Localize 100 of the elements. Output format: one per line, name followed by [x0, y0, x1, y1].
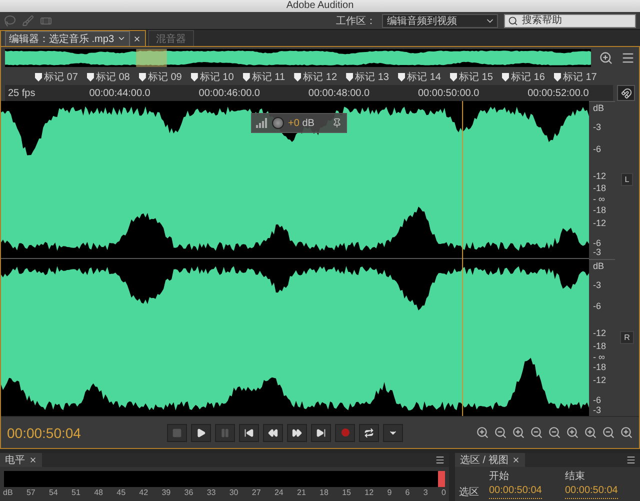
rewind-button[interactable] — [263, 424, 283, 442]
marker-label[interactable]: 标记 07 — [35, 70, 78, 84]
column-header: 开始 — [489, 470, 510, 483]
waveform-drawing[interactable] — [1, 101, 589, 416]
marker-label[interactable]: 标记 11 — [242, 70, 286, 84]
marker-label[interactable]: 标记 09 — [138, 70, 182, 84]
end-time-field[interactable]: 00:00:50:04 — [565, 485, 618, 499]
meter-scale-label: 21 — [297, 488, 306, 497]
marker-label[interactable]: 标记 12 — [294, 70, 338, 84]
meter-scale-label: 30 — [229, 488, 238, 497]
zoom-icon[interactable] — [530, 426, 543, 439]
marker-label[interactable]: 标记 17 — [554, 70, 597, 84]
record-icon — [340, 428, 350, 437]
forward-button[interactable] — [287, 424, 307, 442]
db-scale-label: -12 — [593, 328, 606, 338]
meter-scale-label: 48 — [94, 488, 103, 497]
window-title: Adobe Audition — [286, 1, 354, 11]
panel-menu-icon[interactable] — [626, 455, 636, 465]
channel-button[interactable]: L — [620, 173, 634, 186]
search-field[interactable]: 搜索帮助 — [504, 14, 636, 28]
db-scale-label: -18 — [593, 362, 606, 372]
pin-icon[interactable] — [332, 118, 342, 128]
time-display: 00:00:50:04 — [7, 424, 82, 440]
meter-scale-label: 15 — [342, 488, 351, 497]
close-icon[interactable] — [133, 34, 142, 42]
meter-scale-label: 57 — [26, 488, 36, 497]
signal-icon — [256, 118, 268, 128]
stop-icon — [172, 428, 182, 438]
close-icon[interactable] — [512, 456, 520, 464]
db-scale-label: -18 — [593, 204, 606, 215]
time-label: 00:00:52:00.0 — [528, 88, 589, 98]
meter-scale-label: 6 — [405, 488, 410, 497]
db-scale-label: -3 — [593, 404, 602, 415]
time-ruler[interactable]: 25 fps 00:00:44:00.0 00:00:46:00.0 00:00:48:00.0 00:00:50:00.0 00:00:52:00.0 — [5, 85, 613, 101]
end-button[interactable] — [311, 424, 331, 442]
time-label: 00:00:48:00.0 — [308, 88, 370, 98]
panel-menu-icon[interactable] — [435, 455, 445, 465]
marker-label[interactable]: 标记 15 — [450, 70, 493, 84]
overview-waveform-drawing[interactable] — [5, 49, 591, 67]
zoom-icon[interactable] — [599, 51, 613, 65]
marker-label[interactable]: 标记 08 — [86, 70, 130, 84]
caret-icon[interactable] — [117, 34, 126, 43]
meter-scale-label: 39 — [162, 488, 171, 497]
gain-value: +0 dB — [288, 118, 316, 128]
db-scale-label: - ∞ — [593, 194, 605, 204]
meter-scale-label: 27 — [252, 488, 261, 497]
zoom-icon[interactable] — [548, 426, 561, 439]
zoom-icon[interactable] — [584, 426, 597, 439]
start-icon — [244, 428, 254, 438]
zoom-icon[interactable] — [602, 426, 615, 439]
meter-scale-label: 45 — [116, 488, 126, 497]
meter-scale-label: 18 — [320, 488, 328, 497]
db-scale-label: -6 — [593, 238, 602, 248]
play-button[interactable] — [191, 424, 211, 442]
db-scale-label: -12 — [593, 375, 606, 385]
db-scale-label: -6 — [593, 301, 602, 312]
row-label: 选区 — [459, 486, 480, 499]
db-scale-label: -18 — [593, 183, 606, 194]
level-meter-tab[interactable]: 电平 — [0, 453, 42, 467]
meter-scale-label: dB — [3, 488, 13, 497]
marker-label[interactable]: 标记 10 — [190, 70, 234, 84]
zoom-icon[interactable] — [566, 426, 579, 439]
marker-label[interactable]: 标记 14 — [398, 70, 441, 84]
play-icon — [196, 428, 206, 438]
meter-scale-label: 12 — [364, 488, 374, 497]
db-scale-label: - ∞ — [593, 352, 605, 362]
skip-button[interactable] — [383, 424, 403, 442]
db-scale-label: -12 — [593, 170, 606, 181]
workspace-label: 工作区： — [336, 14, 376, 28]
zoom-icon[interactable] — [512, 426, 525, 439]
marker-label[interactable]: 标记 13 — [346, 70, 389, 84]
db-scale-label: -3 — [593, 247, 602, 258]
time-label: 00:00:50:00.0 — [418, 88, 480, 98]
selection-view-tab[interactable]: 选区 / 视图 — [455, 453, 526, 467]
gain-control[interactable]: +0 dB — [251, 113, 347, 133]
loop-button[interactable] — [359, 424, 379, 442]
meter-scale-label: 33 — [206, 488, 216, 497]
time-label: 00:00:46:00.0 — [198, 88, 260, 98]
start-button[interactable] — [239, 424, 259, 442]
meter-scale-label: 54 — [48, 488, 58, 497]
forward-icon — [292, 428, 302, 438]
editor-tab[interactable]: 编辑器：选定音乐 .mp3 — [0, 30, 146, 46]
db-scale-label: -12 — [593, 218, 606, 228]
pause-icon — [220, 428, 230, 438]
zoom-icon[interactable] — [620, 426, 633, 439]
marker-label[interactable]: 标记 16 — [502, 70, 545, 84]
time-label: 00:00:44:00.0 — [89, 88, 150, 98]
menu-icon[interactable] — [621, 51, 635, 65]
magnet-icon[interactable] — [617, 85, 635, 101]
channel-button[interactable]: R — [620, 330, 634, 344]
gain-knob[interactable] — [272, 117, 284, 129]
rewind-icon — [268, 428, 278, 438]
zoom-icon[interactable] — [476, 426, 489, 439]
start-time-field[interactable]: 00:00:50:04 — [489, 485, 542, 499]
db-scale-label: -18 — [593, 340, 606, 351]
close-icon[interactable] — [29, 456, 37, 464]
db-scale-label: -6 — [593, 395, 602, 406]
workspace-dropdown[interactable]: 编辑音频到视频 — [382, 14, 498, 28]
loop-icon — [364, 428, 374, 438]
zoom-icon[interactable] — [494, 426, 507, 439]
